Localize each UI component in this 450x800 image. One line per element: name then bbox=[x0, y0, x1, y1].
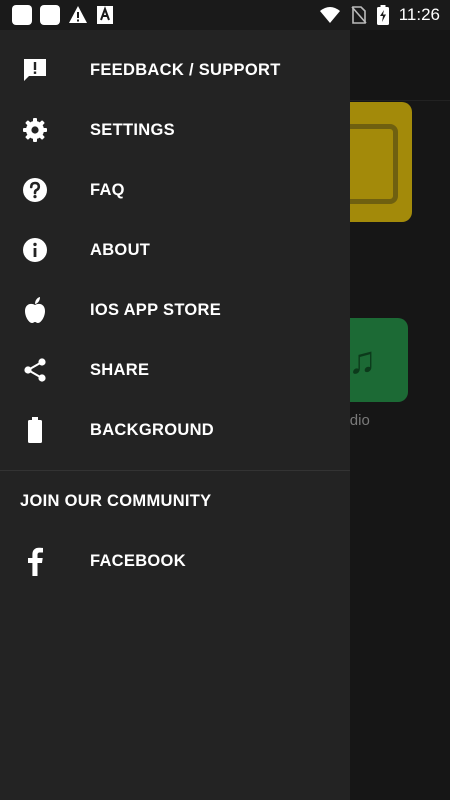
menu-item-about[interactable]: ABOUT bbox=[0, 220, 350, 280]
menu-item-feedback-support[interactable]: FEEDBACK / SUPPORT bbox=[0, 40, 350, 100]
menu-item-faq[interactable]: FAQ bbox=[0, 160, 350, 220]
menu-item-label: FACEBOOK bbox=[90, 551, 186, 570]
gear-icon bbox=[22, 117, 48, 143]
menu-item-label: SHARE bbox=[90, 360, 150, 379]
battery-icon bbox=[22, 417, 48, 443]
app-notification-icon bbox=[12, 5, 32, 25]
menu-item-background[interactable]: BACKGROUND bbox=[0, 400, 350, 460]
menu-item-label: FAQ bbox=[90, 180, 125, 199]
share-icon bbox=[22, 357, 48, 383]
screen: 11:26 puts ♫ o To Audio FEEDBACK / SUPPO… bbox=[0, 0, 450, 800]
status-bar: 11:26 bbox=[0, 0, 450, 30]
status-bar-time: 11:26 bbox=[398, 5, 440, 24]
menu-item-ios-app-store[interactable]: IOS APP STORE bbox=[0, 280, 350, 340]
menu-item-label: BACKGROUND bbox=[90, 420, 214, 439]
apple-icon bbox=[22, 297, 48, 323]
menu-item-label: ABOUT bbox=[90, 240, 151, 259]
menu-item-label: FEEDBACK / SUPPORT bbox=[90, 60, 281, 79]
community-section-title: JOIN OUR COMMUNITY bbox=[20, 492, 212, 510]
menu-item-label: SETTINGS bbox=[90, 120, 175, 139]
no-sim-icon bbox=[351, 6, 367, 24]
music-note-icon: ♫ bbox=[348, 340, 377, 382]
navigation-drawer: FEEDBACK / SUPPORT SETTINGS FAQ ABOUT IO… bbox=[0, 30, 350, 800]
facebook-icon bbox=[22, 547, 48, 576]
status-bar-system: 11:26 bbox=[319, 5, 440, 25]
wifi-icon bbox=[319, 7, 340, 23]
info-icon bbox=[22, 237, 48, 263]
menu-item-settings[interactable]: SETTINGS bbox=[0, 100, 350, 160]
status-bar-notifications bbox=[12, 5, 114, 25]
help-icon bbox=[22, 177, 48, 203]
warning-icon bbox=[69, 6, 87, 23]
menu-item-label: IOS APP STORE bbox=[90, 300, 222, 319]
font-icon bbox=[97, 6, 113, 24]
app-notification-icon bbox=[40, 5, 60, 25]
feedback-icon bbox=[22, 57, 48, 83]
battery-charging-icon bbox=[376, 5, 389, 25]
menu-item-share[interactable]: SHARE bbox=[0, 340, 350, 400]
menu-item-facebook[interactable]: FACEBOOK bbox=[0, 531, 350, 591]
